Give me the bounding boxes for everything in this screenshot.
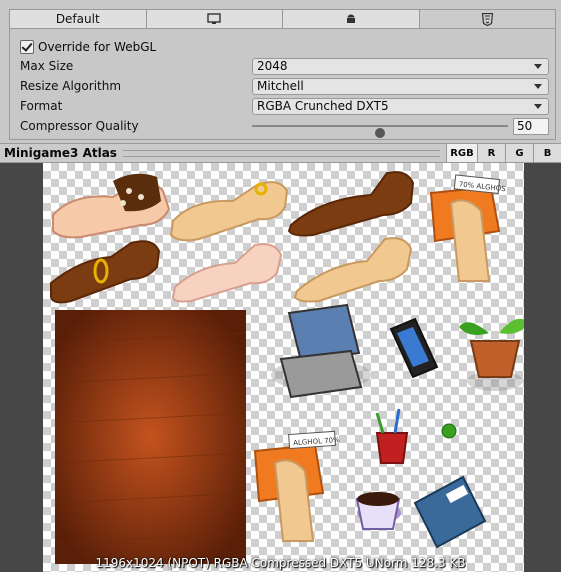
- channel-rgb-button[interactable]: RGB: [446, 144, 477, 162]
- hand-bracelet-sprite: [50, 240, 161, 304]
- atlas-preview: 70% ALGHOS ALGHOL 70% 1196x1024 (NPOT) R…: [0, 163, 561, 572]
- hand-sign-sprite: 70% ALGHOS: [429, 174, 507, 282]
- max-size-dropdown[interactable]: 2048: [252, 57, 549, 75]
- max-size-label: Max Size: [20, 59, 74, 73]
- chevron-down-icon: [534, 83, 542, 89]
- format-dropdown[interactable]: RGBA Crunched DXT5: [252, 97, 549, 115]
- format-value: RGBA Crunched DXT5: [257, 99, 389, 113]
- format-label: Format: [20, 99, 63, 113]
- hand-dark-sprite: [287, 171, 415, 237]
- tab-webgl[interactable]: [419, 10, 555, 28]
- wood-table-sprite: [55, 310, 246, 564]
- notebook-sprite: [413, 475, 487, 549]
- tab-default-label: Default: [55, 12, 100, 26]
- chevron-down-icon: [534, 103, 542, 109]
- resize-label: Resize Algorithm: [20, 79, 122, 93]
- android-icon: [346, 14, 355, 23]
- quality-label: Compressor Quality: [20, 119, 139, 133]
- tab-default[interactable]: Default: [10, 10, 147, 28]
- monitor-icon: [207, 13, 221, 24]
- hand-glove-sprite: [52, 173, 171, 239]
- platform-tabs: Default: [9, 9, 556, 29]
- atlas-sprites: 70% ALGHOS ALGHOL 70%: [50, 171, 524, 564]
- quality-row: Compressor Quality 50: [20, 117, 549, 138]
- hand-ring-sprite: [169, 181, 289, 242]
- channel-r-button[interactable]: R: [477, 144, 505, 162]
- quality-slider-knob[interactable]: [375, 128, 385, 138]
- hand-sign-2-sprite: ALGHOL 70%: [253, 430, 340, 542]
- quality-input[interactable]: 50: [513, 117, 549, 135]
- platform-settings-panel: Override for WebGL Max Size 2048 Resize …: [9, 29, 556, 140]
- override-row: Override for WebGL: [20, 38, 549, 56]
- chevron-down-icon: [534, 63, 542, 69]
- channel-g-button[interactable]: G: [505, 144, 533, 162]
- tab-android[interactable]: [283, 10, 420, 28]
- laptop-sprite: [271, 303, 371, 399]
- override-checkbox[interactable]: [20, 40, 34, 54]
- resize-value: Mitchell: [257, 79, 304, 93]
- phone-sprite: [389, 317, 439, 379]
- max-size-row: Max Size 2048: [20, 57, 549, 75]
- format-row: Format RGBA Crunched DXT5: [20, 97, 549, 115]
- ball-sprite: [441, 423, 457, 439]
- html5-icon: [481, 12, 493, 26]
- max-size-value: 2048: [257, 59, 288, 73]
- resize-dropdown[interactable]: Mitchell: [252, 77, 549, 95]
- resize-row: Resize Algorithm Mitchell: [20, 77, 549, 95]
- hand-tan-sprite: [293, 237, 413, 303]
- drag-grip[interactable]: [122, 149, 440, 157]
- pencil-cup-sprite: [375, 408, 409, 464]
- channel-b-button[interactable]: B: [533, 144, 561, 162]
- quality-slider[interactable]: [252, 125, 508, 138]
- tab-standalone[interactable]: [146, 10, 283, 28]
- plant-sprite: [459, 318, 524, 391]
- hand-pale-sprite: [171, 243, 283, 303]
- atlas-texture: 70% ALGHOS ALGHOL 70%: [43, 163, 524, 572]
- preview-title: Minigame3 Atlas: [4, 146, 117, 160]
- atlas-info-text: 1196x1024 (NPOT) RGBA Compressed DXT5 UN…: [95, 556, 466, 570]
- coffee-cup-sprite: [355, 492, 401, 530]
- preview-header: Minigame3 Atlas RGB R G B: [0, 143, 561, 163]
- quality-value: 50: [517, 119, 533, 133]
- override-label: Override for WebGL: [38, 40, 157, 54]
